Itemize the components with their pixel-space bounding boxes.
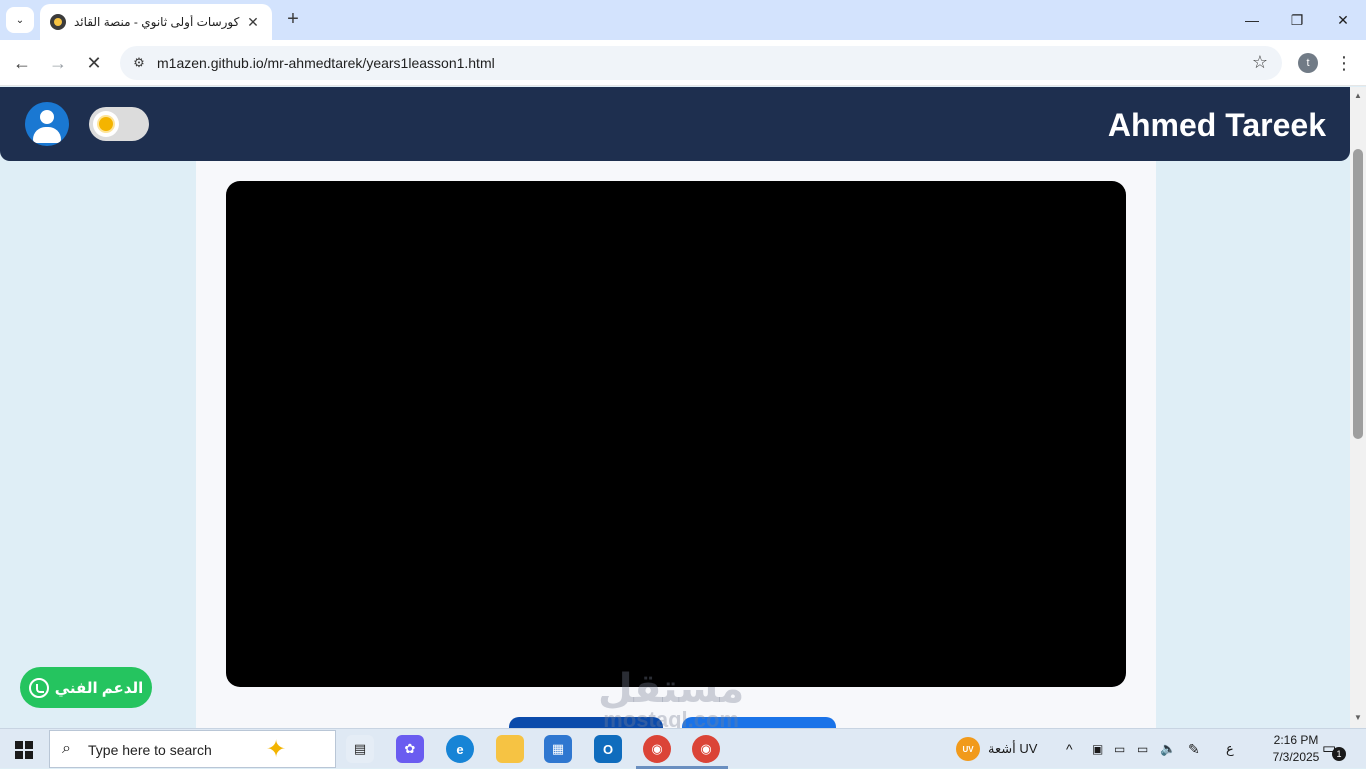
pen-workspace-icon[interactable]: ✎: [1188, 729, 1200, 769]
taskbar-search-placeholder: Type here to search: [88, 742, 212, 758]
taskbar-clock[interactable]: 2:16 PM 7/3/2025: [1270, 732, 1322, 766]
browser-tab-strip: ⌄ كورسات أولى ثانوي - منصة القائد ✕ + — …: [0, 0, 1366, 40]
address-bar[interactable]: ⚙ m1azen.github.io/mr-ahmedtarek/years1l…: [120, 46, 1282, 80]
watermark: مستقل mostaql.com: [598, 669, 744, 728]
tab-favicon-icon: [50, 14, 66, 30]
forward-button[interactable]: →: [45, 50, 71, 76]
new-tab-button[interactable]: +: [282, 9, 304, 31]
notification-count-badge: 1: [1332, 747, 1346, 761]
notification-center-icon[interactable]: ▭ 1: [1322, 739, 1346, 761]
window-minimize-button[interactable]: —: [1240, 8, 1264, 32]
windows-taskbar: ⌕ Type here to search ✦ ▤ ✿ e ▦ O ◉ ◉ UV…: [0, 728, 1366, 769]
weather-text: أشعة UV: [988, 741, 1038, 756]
input-language-indicator[interactable]: ع: [1226, 729, 1234, 769]
browser-menu-icon[interactable]: ⋮: [1334, 50, 1354, 76]
meet-now-icon[interactable]: ▣: [1092, 729, 1103, 769]
user-icon: [40, 110, 54, 124]
tab-close-icon[interactable]: ✕: [244, 13, 262, 31]
site-brand: Ahmed Tareek: [1107, 107, 1326, 143]
search-icon: ⌕: [62, 740, 71, 757]
theme-toggle[interactable]: [89, 107, 149, 141]
window-restore-button[interactable]: ❐: [1285, 8, 1309, 32]
user-avatar[interactable]: [25, 102, 69, 146]
scroll-thumb[interactable]: [1353, 149, 1363, 439]
toggle-knob: [93, 111, 119, 137]
lesson-card: [196, 147, 1156, 728]
site-header: Ahmed Tareek: [0, 87, 1350, 161]
watermark-arabic: مستقل: [598, 667, 745, 711]
weather-widget[interactable]: UV أشعة UV: [956, 729, 1037, 769]
bookmark-star-icon[interactable]: ☆: [1252, 52, 1268, 73]
clock-date: 7/3/2025: [1272, 750, 1320, 764]
support-label: الدعم الفني: [54, 679, 144, 697]
scroll-down-arrow-icon[interactable]: ▼: [1353, 713, 1363, 723]
site-info-icon[interactable]: ⚙: [130, 54, 148, 72]
chevron-down-icon: ⌄: [15, 14, 25, 26]
page-scrollbar[interactable]: ▲ ▼: [1350, 87, 1366, 728]
browser-toolbar: ← → ✕ ⚙ m1azen.github.io/mr-ahmedtarek/y…: [0, 40, 1366, 86]
battery-icon[interactable]: ▭: [1114, 729, 1125, 769]
video-player[interactable]: [226, 181, 1126, 687]
copilot-icon[interactable]: ✿: [396, 735, 424, 763]
speaker-icon[interactable]: 🔈: [1160, 729, 1176, 769]
profile-avatar[interactable]: t: [1298, 53, 1318, 73]
chrome-profile-icon[interactable]: ◉: [692, 735, 720, 763]
url-text[interactable]: m1azen.github.io/mr-ahmedtarek/years1lea…: [157, 55, 495, 71]
support-whatsapp-button[interactable]: الدعم الفني: [20, 667, 152, 708]
scroll-up-arrow-icon[interactable]: ▲: [1353, 91, 1363, 101]
tab-search-button[interactable]: ⌄: [6, 7, 34, 33]
clock-time: 2:16 PM: [1273, 733, 1319, 747]
outlook-icon[interactable]: O: [594, 735, 622, 763]
task-view-icon[interactable]: ▤: [346, 735, 374, 763]
taskbar-search-input[interactable]: ⌕ Type here to search ✦: [49, 730, 336, 768]
search-highlight-icon: ✦: [266, 736, 287, 763]
back-button[interactable]: ←: [9, 50, 35, 76]
window-close-button[interactable]: ✕: [1331, 8, 1355, 32]
windows-start-icon[interactable]: [15, 741, 33, 759]
sun-icon: [99, 117, 113, 131]
file-explorer-icon[interactable]: [496, 735, 524, 763]
edge-icon[interactable]: e: [446, 735, 474, 763]
watermark-domain: mostaql.com: [603, 707, 739, 729]
chrome-icon[interactable]: ◉: [643, 735, 671, 763]
network-icon[interactable]: ▭: [1137, 729, 1148, 769]
microsoft-store-icon[interactable]: ▦: [544, 735, 572, 763]
uv-weather-icon: UV: [956, 737, 980, 761]
browser-tab-active[interactable]: كورسات أولى ثانوي - منصة القائد ✕: [40, 4, 272, 40]
tab-title: كورسات أولى ثانوي - منصة القائد: [74, 15, 240, 29]
tray-chevron-icon[interactable]: ^: [1066, 729, 1073, 769]
web-page: Ahmed Tareek الدعم الفني مستقل mostaql.c…: [0, 87, 1350, 728]
stop-loading-button[interactable]: ✕: [81, 50, 107, 76]
whatsapp-icon: [28, 677, 49, 698]
